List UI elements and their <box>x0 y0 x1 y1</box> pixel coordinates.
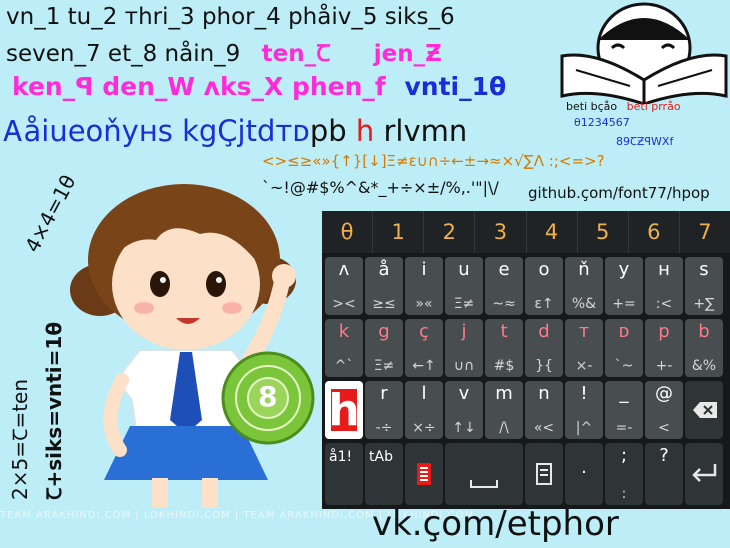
enter-key[interactable] <box>685 443 723 505</box>
key[interactable]: e ~≈ <box>485 257 523 315</box>
key[interactable]: ! |^ <box>565 381 603 439</box>
key[interactable]: _ =- <box>605 381 643 439</box>
alphabet-part-a: Ꭺåiueoňyʜs kgÇjtd <box>4 114 276 148</box>
num-key[interactable]: 3 <box>475 211 527 253</box>
numbers-line-2: seven_7 et_8 nåin_9 ten_Ꞇ jen_Ƶ <box>6 36 442 68</box>
logo-text-line-3: 89ꞆƵꟼWXf <box>616 135 674 148</box>
numbers-line-2-a: seven_7 et_8 nåin_9 <box>6 41 241 67</box>
number-row: θ 1 2 3 4 5 6 7 <box>322 211 730 253</box>
alphabet-part-b: ᴛᴅ <box>275 114 310 148</box>
numbers-line-2-b: ten_Ꞇ <box>261 41 331 67</box>
vertical-text-2: 2×5=Ꞇ=ten <box>8 378 32 500</box>
numbers-line-1: vn_1 tu_2 ᴛhri_3 phor_4 phåiv_5 siks_6 <box>6 4 455 30</box>
alphabet-part-d: h <box>355 114 375 148</box>
key[interactable]: u Ξ≠ <box>445 257 483 315</box>
shift-h-key[interactable]: h <box>325 381 363 439</box>
keyboard: θ 1 2 3 4 5 6 7 ʌ >< å ≥≤ i »« u Ξ≠ e ~≈ o ɛ↑ … <box>322 211 730 509</box>
logo-text-1b: beti prråo <box>626 100 681 113</box>
reading-girl-logo <box>560 2 728 104</box>
key[interactable]: m/\ <box>485 381 523 439</box>
clipboard-key[interactable] <box>525 443 563 505</box>
key[interactable]: r -÷ <box>365 381 403 439</box>
language-key[interactable] <box>405 443 443 505</box>
num-key[interactable]: 7 <box>680 211 730 253</box>
schoolgirl-illustration <box>70 184 296 508</box>
num-key[interactable]: θ <box>322 211 374 253</box>
num-key[interactable]: 2 <box>424 211 476 253</box>
numbers-line-3-a: ken_ꟼ den_W ʌks_X phen_f <box>12 72 386 101</box>
key[interactable]: ʜ:< <box>645 257 683 315</box>
num-key[interactable]: 4 <box>527 211 578 253</box>
key[interactable]: g Ξ≠ <box>365 319 403 377</box>
key[interactable]: s +∑ <box>685 257 723 315</box>
key[interactable]: l ×÷ <box>405 381 443 439</box>
tab-key[interactable]: tAb <box>365 443 403 505</box>
coin-digit: 8 <box>258 380 278 413</box>
logo-text-line-2: θ1234567 <box>574 116 630 129</box>
num-key[interactable]: 1 <box>373 211 425 253</box>
alphabet-part-c: pb <box>309 114 356 148</box>
key[interactable]: k ^` <box>325 319 363 377</box>
key[interactable]: ᴅ `~ <box>605 319 643 377</box>
numbers-line-2-c: jen_Ƶ <box>373 41 442 67</box>
logo-text-1a: beti bçåo <box>566 100 618 113</box>
key[interactable]: i »« <box>405 257 443 315</box>
key[interactable]: v ↑↓ <box>445 381 483 439</box>
key[interactable]: ň %& <box>565 257 603 315</box>
alphabet-part-e: rlvmn <box>374 114 468 148</box>
key[interactable]: ʌ >< <box>325 257 363 315</box>
key[interactable]: j ∪∩ <box>445 319 483 377</box>
numbers-line-3-b: vnti_1θ <box>404 72 507 101</box>
numbers-line-3: ken_ꟼ den_W ʌks_X phen_f vnti_1θ <box>12 72 506 101</box>
key[interactable]: y += <box>605 257 643 315</box>
enter-icon <box>692 464 717 482</box>
clipboard-icon <box>536 463 552 485</box>
num-key[interactable]: 5 <box>578 211 629 253</box>
backspace-key[interactable] <box>685 381 723 439</box>
question-key[interactable]: ? <box>645 443 683 505</box>
logo-text-line-1: beti bçåo beti prråo <box>566 100 681 113</box>
alphabet-line: Ꭺåiueoňyʜs kgÇjtdᴛᴅpb h rlvmn <box>4 114 467 149</box>
symbols-toggle-key[interactable]: å1! <box>325 443 363 505</box>
num-key[interactable]: 6 <box>629 211 680 253</box>
vertical-text-3: Ꞇ+siks=vnti=1θ <box>42 321 66 500</box>
key[interactable]: ᴛ ×- <box>565 319 603 377</box>
key[interactable]: n «< <box>525 381 563 439</box>
key[interactable]: ç ←↑ <box>405 319 443 377</box>
punctuation-key[interactable]: ;: <box>605 443 643 505</box>
key[interactable]: å ≥≤ <box>365 257 403 315</box>
key[interactable]: p +- <box>645 319 683 377</box>
space-key[interactable] <box>445 443 523 505</box>
keyboard-list-icon <box>417 463 431 485</box>
period-key[interactable]: . <box>565 443 603 505</box>
symbols-line-1: <>≤≥«»{↑}[↓]Ξ≠ɛ∪∩÷←±→≈×√∑Λ :;<=>? <box>262 152 605 170</box>
key[interactable]: o ɛ↑ <box>525 257 563 315</box>
key[interactable]: t #$ <box>485 319 523 377</box>
backspace-icon <box>693 402 717 418</box>
key[interactable]: b &% <box>685 319 723 377</box>
key[interactable]: @ < <box>645 381 683 439</box>
vk-link: vk.çom/etphor <box>372 504 619 544</box>
space-icon <box>470 480 498 488</box>
key[interactable]: d}{ <box>525 319 563 377</box>
github-link: github.çom/font77/hpop <box>528 184 710 202</box>
